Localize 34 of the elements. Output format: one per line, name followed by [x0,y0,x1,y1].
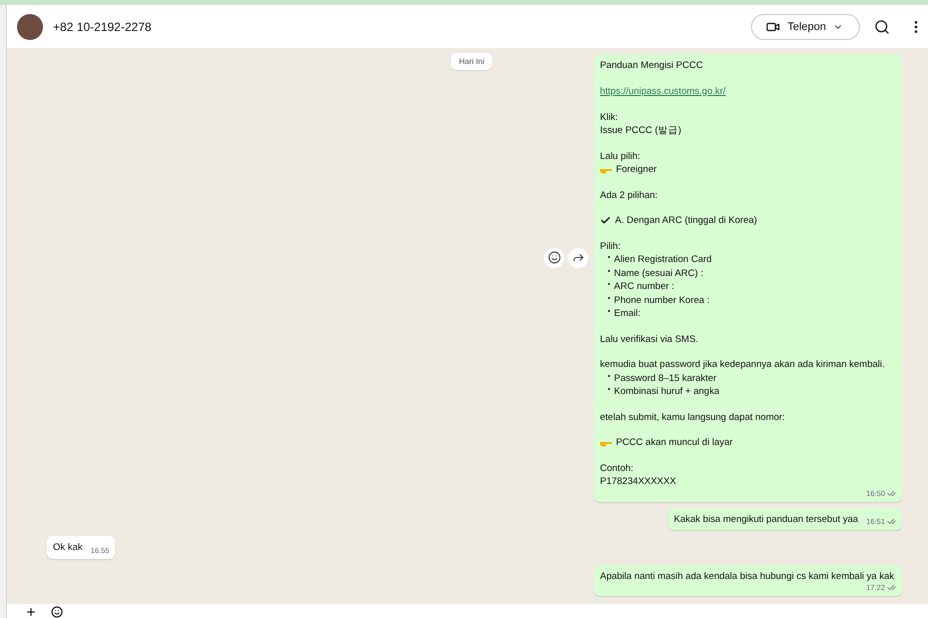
message-text: Klik: [600,110,619,124]
message-text: Lalu verifikasi via SMS. [600,332,700,346]
message-text: Kombinasi huruf + angka [614,385,720,398]
date-chip: Hari Ini [451,53,492,70]
message-text: Name (sesuai ARC) : [614,266,704,280]
contact-avatar[interactable] [17,14,43,40]
message-text: PCCC akan muncul di layar [616,436,733,450]
message-text: etelah submit, kamu langsung dapat nomor: [600,410,786,424]
message-text: kemudia buat password jika kedepannya akan ada kiriman kembali. [600,358,885,372]
message-text: Pilih: [600,240,622,253]
message-text: Email: [614,307,640,320]
message-text: Panduan Mengisi PCCC [600,59,704,72]
url-link[interactable]: https://unipass.customs.go.kr/ [600,84,885,98]
message-text: Ada 2 pilihan: [600,188,659,202]
contact-name: +82 10-2192-2278 [53,20,152,34]
message-text: ARC number : [614,280,674,294]
emoji-reaction-icon[interactable] [544,248,564,268]
message-text: Contoh: [600,462,634,475]
check-icon [600,215,611,226]
emoji-icon[interactable] [51,606,63,618]
message-text: A. Dengan ARC (tinggal di Korea) [615,214,758,228]
message-text: Phone number Korea : [614,294,710,307]
message-text: Foreigner [616,163,657,176]
message-text: Kakak bisa mengikuti panduan tersebut yaa [674,512,858,526]
message-text: Alien Registration Card [614,253,712,266]
message-text: Lalu pilih: [600,150,642,163]
message-text: Issue PCCC (발급) [600,124,682,138]
call-button[interactable]: Telepon [751,14,860,40]
message-text: Password 8–15 karakter [614,372,716,385]
message-text: P178234XXXXXX [600,475,678,488]
plus-icon[interactable] [25,606,37,618]
message-text: Apabila nanti masih ada kendala bisa hubungi cs kami kembali ya kak [600,570,894,583]
message-text: Ok kak [53,541,83,554]
forward-icon[interactable] [568,248,588,268]
